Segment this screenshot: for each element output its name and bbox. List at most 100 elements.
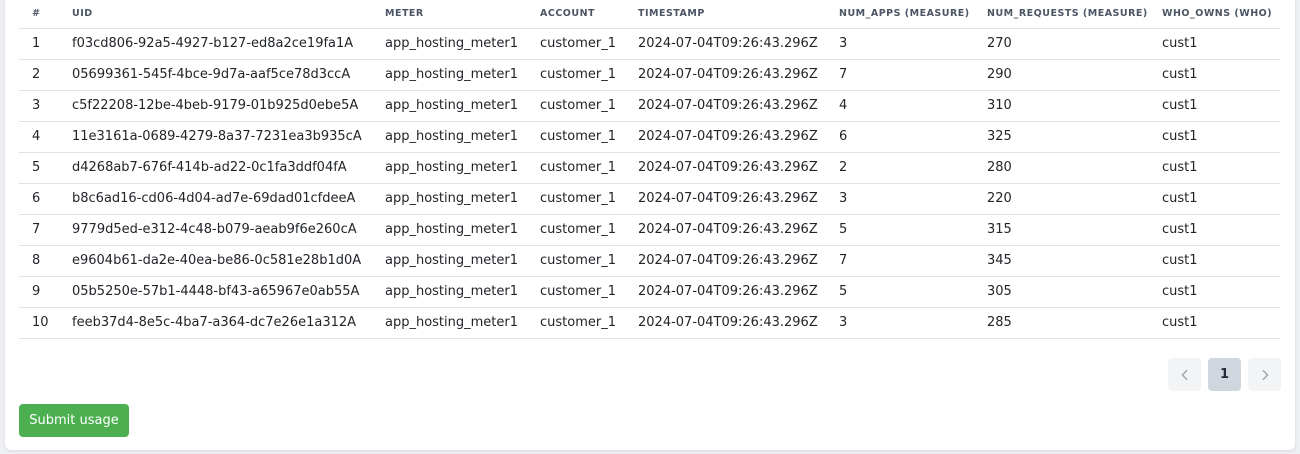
column-header-uid: UID xyxy=(59,0,372,29)
table-row: 4 11e3161a-0689-4279-8a37-7231ea3b935cA ap… xyxy=(19,121,1280,153)
table-body: 1 f03cd806-92a5-4927-b127-ed8a2ce19fa1A ap… xyxy=(19,28,1280,339)
cell-num-requests: 270 xyxy=(974,28,1149,60)
page-1-button[interactable]: 1 xyxy=(1208,358,1241,391)
cell-timestamp: 2024-07-04T09:26:43.296Z xyxy=(625,28,826,60)
cell-uid: e9604b61-da2e-40ea-be86-0c581e28b1d0A xyxy=(59,245,372,277)
cell-num-requests: 290 xyxy=(974,59,1149,91)
cell-who-owns: cust1 xyxy=(1149,183,1280,215)
table-header-row: # UID METER ACCOUNT TIMESTAMP NUM_APPS (MEASU… xyxy=(19,0,1280,29)
cell-uid: b8c6ad16-cd06-4d04-ad7e-69dad01cfdeeA xyxy=(59,183,372,215)
cell-timestamp: 2024-07-04T09:26:43.296Z xyxy=(625,59,826,91)
cell-num-requests: 315 xyxy=(974,214,1149,246)
cell-row-number: 9 xyxy=(19,276,59,308)
cell-account: customer_1 xyxy=(527,90,625,122)
cell-uid: 05b5250e-57b1-4448-bf43-a65967e0ab55A xyxy=(59,276,372,308)
cell-row-number: 7 xyxy=(19,214,59,246)
cell-who-owns: cust1 xyxy=(1149,307,1280,339)
cell-row-number: 8 xyxy=(19,245,59,277)
cell-row-number: 4 xyxy=(19,121,59,153)
cell-who-owns: cust1 xyxy=(1149,28,1280,60)
cell-num-apps: 3 xyxy=(826,307,974,339)
cell-who-owns: cust1 xyxy=(1149,152,1280,184)
cell-meter: app_hosting_meter1 xyxy=(372,121,527,153)
submit-usage-button[interactable]: Submit usage xyxy=(19,404,129,437)
cell-num-apps: 2 xyxy=(826,152,974,184)
table-row: 3 c5f22208-12be-4beb-9179-01b925d0ebe5A ap… xyxy=(19,90,1280,122)
usage-table: # UID METER ACCOUNT TIMESTAMP NUM_APPS (MEASU… xyxy=(19,0,1280,339)
cell-who-owns: cust1 xyxy=(1149,121,1280,153)
cell-who-owns: cust1 xyxy=(1149,245,1280,277)
cell-meter: app_hosting_meter1 xyxy=(372,245,527,277)
cell-num-apps: 3 xyxy=(826,183,974,215)
cell-timestamp: 2024-07-04T09:26:43.296Z xyxy=(625,214,826,246)
cell-meter: app_hosting_meter1 xyxy=(372,214,527,246)
column-header-timestamp: TIMESTAMP xyxy=(625,0,826,29)
cell-account: customer_1 xyxy=(527,245,625,277)
cell-row-number: 6 xyxy=(19,183,59,215)
cell-num-apps: 7 xyxy=(826,59,974,91)
pagination: 1 xyxy=(1168,358,1281,391)
cell-num-apps: 6 xyxy=(826,121,974,153)
cell-who-owns: cust1 xyxy=(1149,276,1280,308)
cell-timestamp: 2024-07-04T09:26:43.296Z xyxy=(625,121,826,153)
cell-uid: c5f22208-12be-4beb-9179-01b925d0ebe5A xyxy=(59,90,372,122)
cell-uid: feeb37d4-8e5c-4ba7-a364-dc7e26e1a312A xyxy=(59,307,372,339)
column-header-meter: METER xyxy=(372,0,527,29)
cell-uid: d4268ab7-676f-414b-ad22-0c1fa3ddf04fA xyxy=(59,152,372,184)
prev-page-button[interactable] xyxy=(1168,358,1201,391)
cell-account: customer_1 xyxy=(527,214,625,246)
cell-who-owns: cust1 xyxy=(1149,214,1280,246)
cell-account: customer_1 xyxy=(527,183,625,215)
cell-account: customer_1 xyxy=(527,276,625,308)
cell-num-apps: 4 xyxy=(826,90,974,122)
cell-uid: 9779d5ed-e312-4c48-b079-aeab9f6e260cA xyxy=(59,214,372,246)
cell-account: customer_1 xyxy=(527,152,625,184)
cell-meter: app_hosting_meter1 xyxy=(372,183,527,215)
table-row: 7 9779d5ed-e312-4c48-b079-aeab9f6e260cA ap… xyxy=(19,214,1280,246)
cell-timestamp: 2024-07-04T09:26:43.296Z xyxy=(625,90,826,122)
column-header-row-number: # xyxy=(19,0,59,29)
cell-timestamp: 2024-07-04T09:26:43.296Z xyxy=(625,276,826,308)
cell-num-apps: 5 xyxy=(826,276,974,308)
cell-row-number: 3 xyxy=(19,90,59,122)
cell-num-requests: 305 xyxy=(974,276,1149,308)
cell-num-requests: 325 xyxy=(974,121,1149,153)
cell-account: customer_1 xyxy=(527,121,625,153)
cell-num-apps: 5 xyxy=(826,214,974,246)
next-page-button[interactable] xyxy=(1248,358,1281,391)
table-row: 2 05699361-545f-4bce-9d7a-aaf5ce78d3ccA ap… xyxy=(19,59,1280,91)
cell-row-number: 10 xyxy=(19,307,59,339)
column-header-who-owns: WHO_OWNS (WHO) xyxy=(1149,0,1280,29)
cell-row-number: 1 xyxy=(19,28,59,60)
usage-card: # UID METER ACCOUNT TIMESTAMP NUM_APPS (MEASU… xyxy=(5,0,1295,450)
column-header-num-apps: NUM_APPS (MEASURE) xyxy=(826,0,974,29)
cell-account: customer_1 xyxy=(527,28,625,60)
cell-num-requests: 345 xyxy=(974,245,1149,277)
cell-timestamp: 2024-07-04T09:26:43.296Z xyxy=(625,183,826,215)
cell-timestamp: 2024-07-04T09:26:43.296Z xyxy=(625,307,826,339)
cell-who-owns: cust1 xyxy=(1149,90,1280,122)
table-row: 1 f03cd806-92a5-4927-b127-ed8a2ce19fa1A ap… xyxy=(19,28,1280,60)
cell-row-number: 5 xyxy=(19,152,59,184)
cell-account: customer_1 xyxy=(527,59,625,91)
table-row: 5 d4268ab7-676f-414b-ad22-0c1fa3ddf04fA ap… xyxy=(19,152,1280,184)
cell-timestamp: 2024-07-04T09:26:43.296Z xyxy=(625,152,826,184)
cell-meter: app_hosting_meter1 xyxy=(372,59,527,91)
cell-num-requests: 285 xyxy=(974,307,1149,339)
cell-account: customer_1 xyxy=(527,307,625,339)
table-row: 8 e9604b61-da2e-40ea-be86-0c581e28b1d0A ap… xyxy=(19,245,1280,277)
cell-timestamp: 2024-07-04T09:26:43.296Z xyxy=(625,245,826,277)
table-row: 10 feeb37d4-8e5c-4ba7-a364-dc7e26e1a312A a… xyxy=(19,307,1280,339)
cell-meter: app_hosting_meter1 xyxy=(372,276,527,308)
cell-num-apps: 7 xyxy=(826,245,974,277)
cell-num-apps: 3 xyxy=(826,28,974,60)
cell-uid: 11e3161a-0689-4279-8a37-7231ea3b935cA xyxy=(59,121,372,153)
cell-uid: f03cd806-92a5-4927-b127-ed8a2ce19fa1A xyxy=(59,28,372,60)
cell-uid: 05699361-545f-4bce-9d7a-aaf5ce78d3ccA xyxy=(59,59,372,91)
cell-meter: app_hosting_meter1 xyxy=(372,307,527,339)
column-header-account: ACCOUNT xyxy=(527,0,625,29)
cell-meter: app_hosting_meter1 xyxy=(372,152,527,184)
column-header-num-requests: NUM_REQUESTS (MEASURE) xyxy=(974,0,1149,29)
table-row: 9 05b5250e-57b1-4448-bf43-a65967e0ab55A ap… xyxy=(19,276,1280,308)
cell-meter: app_hosting_meter1 xyxy=(372,28,527,60)
